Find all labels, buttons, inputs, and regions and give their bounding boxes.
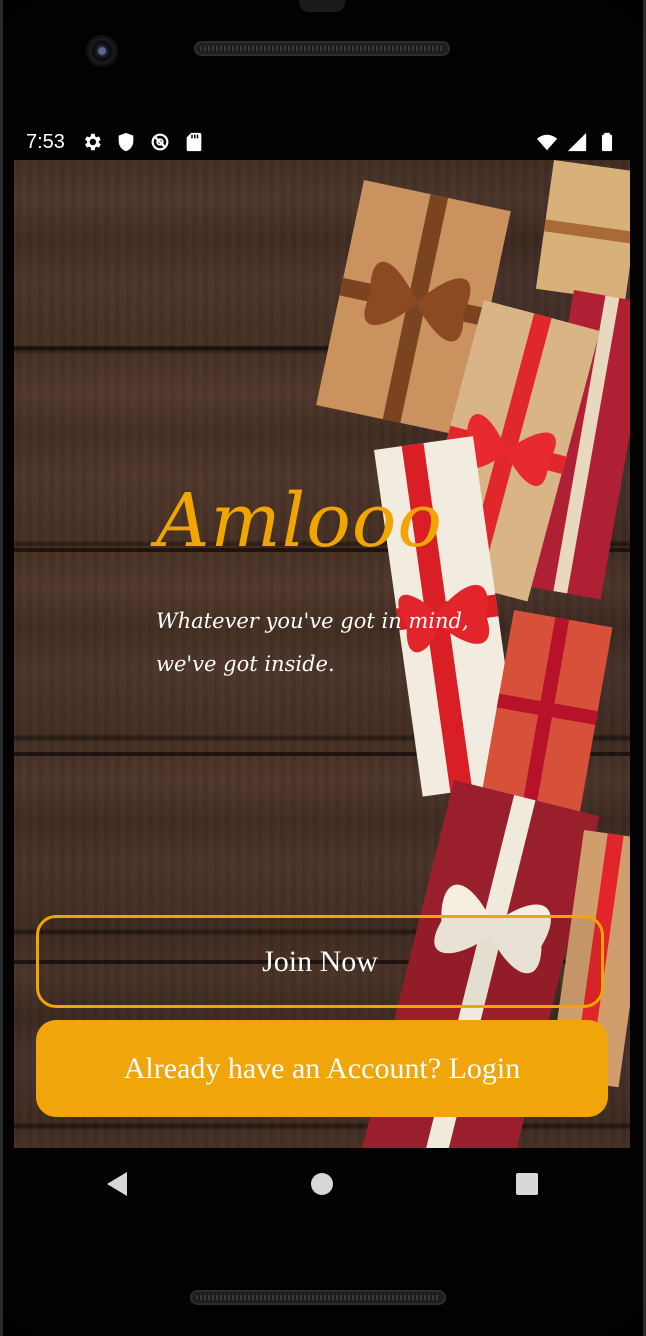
- home-circle-icon: [310, 1173, 333, 1195]
- bottom-speaker: [190, 1290, 446, 1305]
- frame-edge-left: [0, 0, 3, 1336]
- front-camera: [87, 36, 117, 66]
- back-button[interactable]: [87, 1154, 147, 1214]
- brand-logo: Amlooo: [156, 478, 443, 564]
- status-icons-left: [81, 131, 205, 153]
- settings-icon: [84, 133, 101, 151]
- status-time: 7:53: [26, 130, 65, 153]
- signal-icon: [567, 132, 587, 152]
- join-now-label: Join Now: [262, 944, 378, 978]
- navigation-bar: [14, 1148, 630, 1220]
- recents-square-icon: [516, 1173, 539, 1195]
- sd-card-icon: [186, 132, 202, 152]
- status-bar: 7:53: [14, 124, 630, 160]
- login-button[interactable]: Already have an Account? Login: [36, 1020, 608, 1117]
- tagline-line-1: Whatever you've got in mind,: [156, 609, 469, 633]
- tagline: Whatever you've got in mind, we've got i…: [156, 600, 476, 686]
- top-notch: [299, 0, 345, 12]
- shield-icon: [118, 132, 134, 152]
- welcome-screen: Amlooo Whatever you've got in mind, we'v…: [14, 160, 630, 1148]
- home-button[interactable]: [292, 1154, 352, 1214]
- tagline-line-2: we've got inside.: [156, 652, 335, 676]
- login-label: Already have an Account? Login: [123, 1051, 521, 1085]
- status-icons-right: [536, 131, 618, 153]
- wifi-icon: [536, 134, 558, 151]
- earpiece-speaker: [194, 41, 450, 56]
- no-sync-icon: [151, 133, 169, 151]
- recents-button[interactable]: [497, 1154, 557, 1214]
- back-triangle-icon: [106, 1172, 127, 1196]
- join-now-button[interactable]: Join Now: [36, 915, 604, 1008]
- battery-icon: [601, 132, 613, 152]
